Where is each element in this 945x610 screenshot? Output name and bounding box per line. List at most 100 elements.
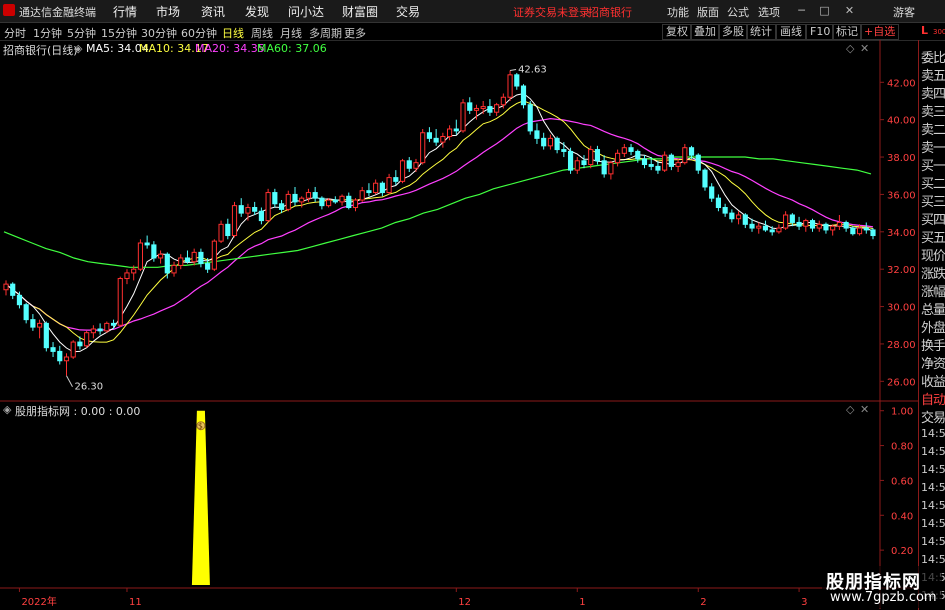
minimize-icon[interactable]: ─ [795,4,808,17]
close-icon[interactable]: ✕ [843,4,856,17]
period-weekly[interactable]: 周线 [251,25,273,41]
candle-body [131,268,137,274]
candle-body [137,242,144,270]
candle-body [84,332,90,347]
candle-body [393,177,399,182]
candle-body [473,107,480,111]
candle-body [850,227,856,235]
candle-body [359,190,365,201]
menu-layout[interactable]: 版面 [697,4,719,20]
quote-side-panel: 委比 卖五 卖四 卖三 卖二 卖一 买一 买二 买三 买四 买五 现价 涨跌 涨幅 总量 外盘 换手 净资 收益 自动… [918,40,945,610]
maximize-icon[interactable]: □ [818,4,831,17]
side-time: 14:56 [921,553,945,566]
x-tick-label: 11 [129,597,142,608]
close-small-icon-2[interactable]: ✕ [860,403,869,416]
candle-body [641,158,648,166]
candle-body [514,74,520,87]
kline-chart[interactable]: 42.00 40.00 38.00 36.00 34.00 32.00 30.00 28.00… [0,40,918,609]
indicator-y-tick-label: 0.80 [891,442,913,453]
menu-quotes[interactable]: 行情 [113,3,137,20]
candle-body [198,251,204,265]
overlay-button[interactable]: 叠加 [690,24,720,40]
f10-button[interactable]: F10 [806,24,835,40]
x-tick-label: 3 [801,597,807,608]
side-label: 卖三 [921,105,945,120]
side-label: 净资 [921,357,945,372]
period-60min[interactable]: 60分钟 [181,25,217,41]
candle-body [668,154,674,167]
candle-body [500,96,506,106]
period-more[interactable]: 更多 [344,25,366,41]
candle-body [856,227,863,235]
candle-body [426,132,433,139]
indicator-y-tick-label: 0.60 [891,476,913,487]
period-15min[interactable]: 15分钟 [101,25,137,41]
candle-body [541,137,547,147]
stats-button[interactable]: 统计 [746,24,776,40]
period-5min[interactable]: 5分钟 [67,25,96,41]
menu-discover[interactable]: 发现 [245,3,269,20]
period-1min[interactable]: 1分钟 [33,25,62,41]
l-badge-number: 300 [933,28,945,36]
mark-button[interactable]: 标记 [832,24,862,40]
diamond-icon-2[interactable]: ◇ [846,403,854,416]
y-tick-label: 32.00 [887,265,916,276]
side-label: 外盘 [921,321,945,336]
title-bar: 通达信金融终端 行情 市场 资讯 发现 问小达 财富圈 交易 证券交易未登录 招… [0,0,945,23]
candle-body [184,257,191,263]
draw-line-button[interactable]: 画线 [776,24,806,40]
broker-link[interactable]: 招商银行 [588,4,632,20]
restore-rights-button[interactable]: 复权 [662,24,692,40]
candle-body [406,160,412,169]
candle-body [628,147,634,152]
candle-body [695,154,701,171]
side-label: 总量 [921,303,945,318]
candle-body [10,283,16,296]
period-multi[interactable]: 多周期 [309,25,342,41]
menu-formula[interactable]: 公式 [727,4,749,20]
y-tick-label: 26.00 [887,377,916,388]
period-tick[interactable]: 分时 [4,25,26,41]
candle-body [729,212,735,220]
candle-body [460,102,466,132]
menu-news[interactable]: 资讯 [201,3,225,20]
candle-body [547,137,553,147]
candle-body [386,177,392,194]
candle-body [258,210,264,222]
candle-body [816,223,822,229]
indicator-y-tick-label: 0.40 [891,511,913,522]
candle-body [272,192,278,205]
candle-body [789,214,795,223]
y-tick-label: 40.00 [887,116,916,127]
menu-trade[interactable]: 交易 [396,3,420,20]
candle-body [594,149,601,162]
menu-options[interactable]: 选项 [758,4,780,20]
side-label: 卖四 [921,87,945,102]
add-watchlist-button[interactable]: +自选 [860,24,900,40]
candle-body [783,214,789,229]
period-monthly[interactable]: 月线 [280,25,302,41]
candle-body [366,190,372,194]
candle-body [581,160,587,166]
side-label: 换手 [921,339,945,354]
multi-stock-button[interactable]: 多股 [718,24,748,40]
menu-market[interactable]: 市场 [156,3,180,20]
side-time: 14:56 [921,517,945,530]
candle-body [3,283,9,291]
guest-label[interactable]: 游客 [893,4,915,20]
watermark-url: www.7gpzb.com [830,590,937,605]
candle-body [480,106,486,109]
candle-body [352,199,359,209]
menu-functions[interactable]: 功能 [667,4,689,20]
period-daily[interactable]: 日线 [222,25,244,41]
indicator-toggle-icon[interactable]: ◈ [3,403,11,416]
period-30min[interactable]: 30分钟 [141,25,177,41]
login-status[interactable]: 证券交易未登录 [513,4,590,20]
candle-body [70,341,76,358]
menu-xiaoda[interactable]: 问小达 [288,3,324,20]
candle-body [803,220,809,227]
side-label: 自动 [921,393,945,408]
candle-body [326,199,332,207]
menu-wealth[interactable]: 财富圈 [342,3,378,20]
x-tick-label: 2 [700,597,706,608]
